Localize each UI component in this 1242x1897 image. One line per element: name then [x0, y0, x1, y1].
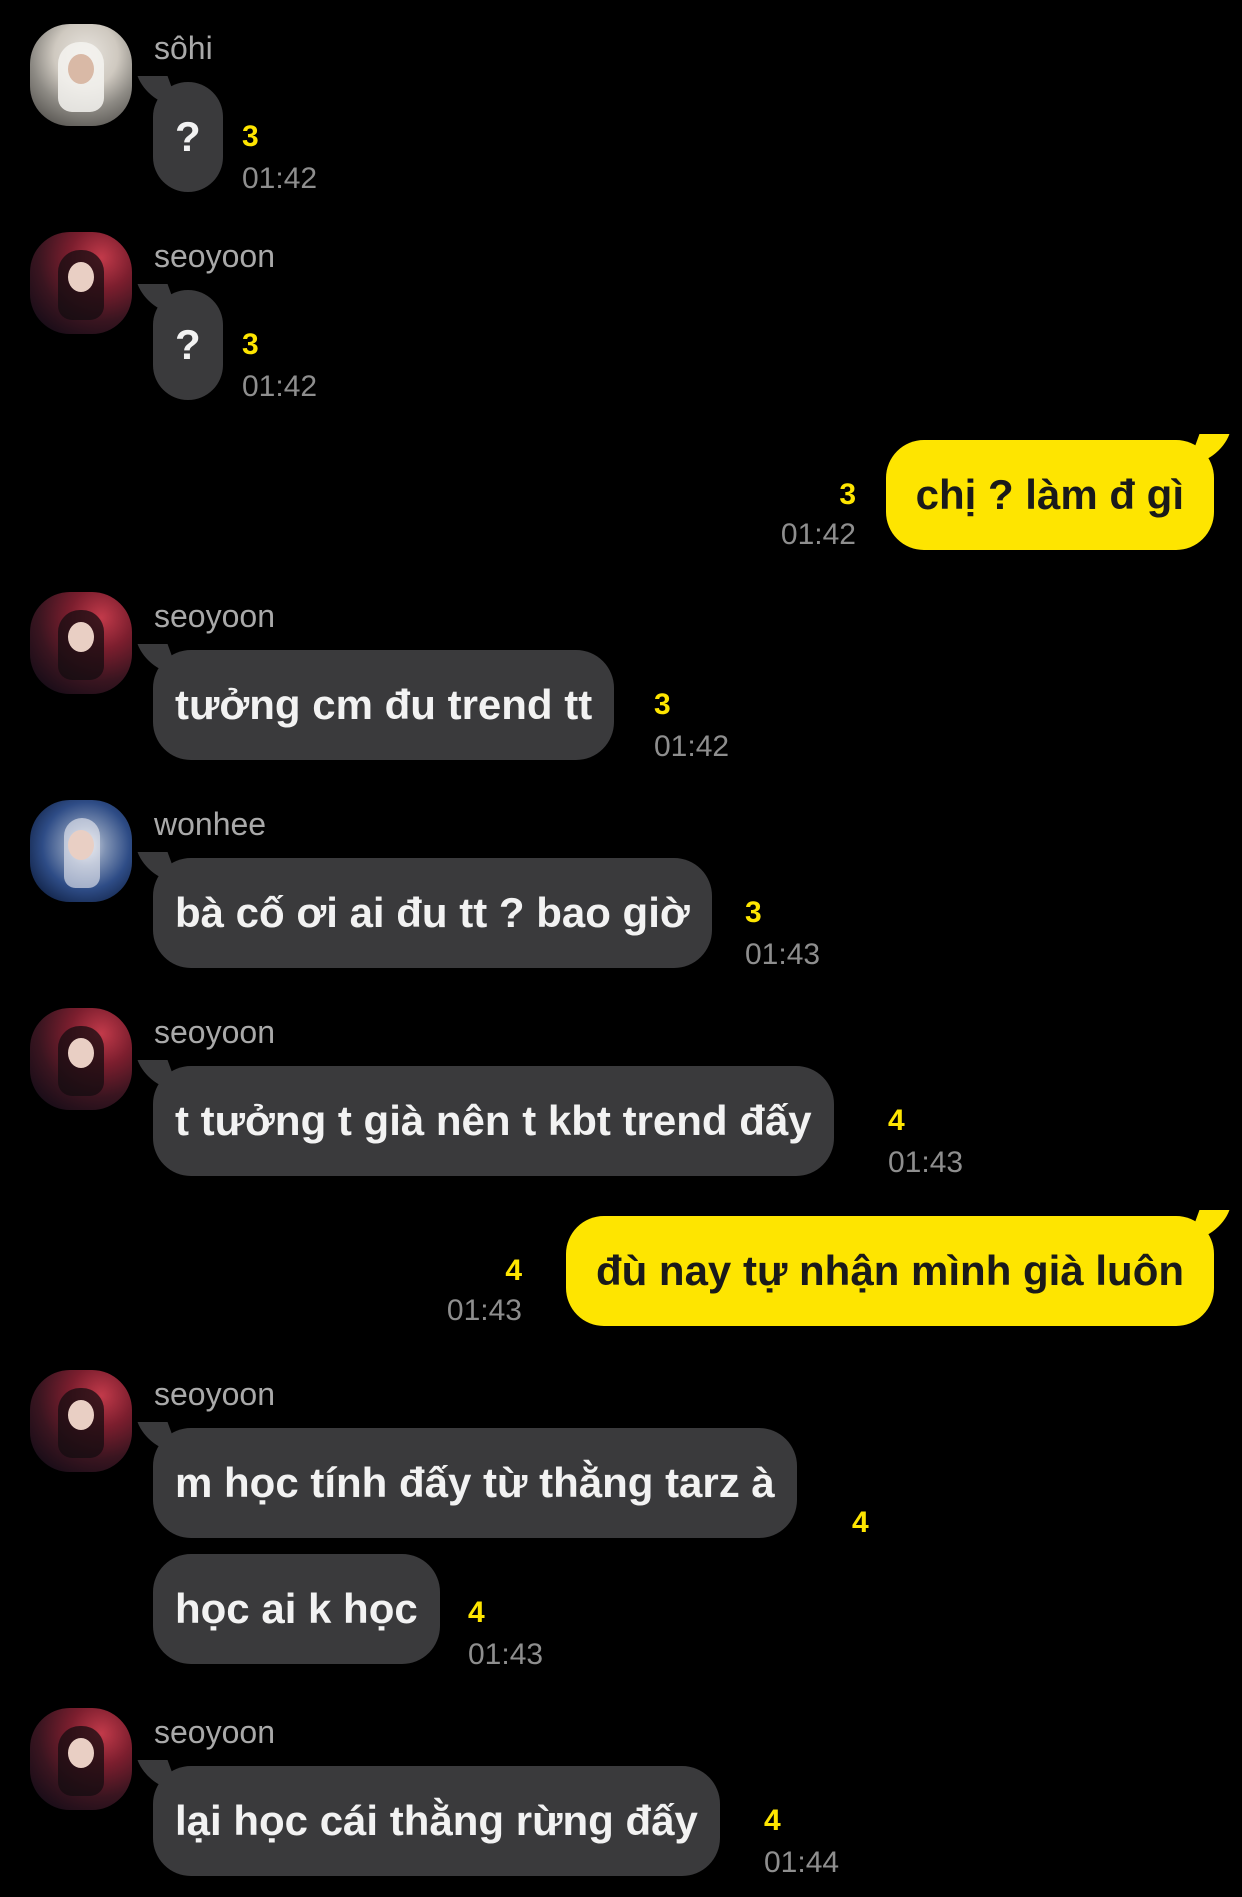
message-timestamp: 01:44	[764, 1846, 840, 1879]
message-bubble[interactable]: m học tính đấy từ thằng tarz à	[153, 1428, 797, 1538]
message-timestamp: 01:43	[745, 938, 821, 971]
message-bubble-outgoing[interactable]: chị ? làm đ gì	[885, 440, 1214, 550]
avatar-sohi[interactable]	[30, 24, 132, 126]
chat-thread[interactable]: sôhi ? 3 01:42 seoyoon ? 3 01:42 chị ? l…	[0, 0, 1242, 1897]
unread-count: 3	[242, 328, 259, 361]
message-bubble[interactable]: ?	[153, 290, 223, 400]
avatar-seoyoon[interactable]	[30, 1370, 132, 1472]
unread-count: 3	[242, 120, 259, 153]
sender-name: seoyoon	[154, 598, 275, 634]
unread-count: 3	[839, 478, 856, 511]
avatar-seoyoon[interactable]	[30, 1708, 132, 1810]
message-timestamp: 01:42	[242, 370, 318, 403]
sender-name: wonhee	[154, 806, 267, 842]
unread-count: 3	[745, 896, 762, 929]
unread-count: 4	[505, 1254, 522, 1287]
message-timestamp: 01:43	[468, 1638, 544, 1671]
sender-name: seoyoon	[154, 1376, 275, 1412]
unread-count: 4	[764, 1804, 781, 1837]
unread-count: 4	[468, 1596, 485, 1629]
avatar-seoyoon[interactable]	[30, 232, 132, 334]
avatar-seoyoon[interactable]	[30, 592, 132, 694]
message-bubble[interactable]: bà cố ơi ai đu tt ? bao giờ	[153, 858, 712, 968]
message-timestamp: 01:42	[654, 730, 730, 763]
message-timestamp: 01:43	[888, 1146, 964, 1179]
message-bubble[interactable]: t tưởng t già nên t kbt trend đấy	[153, 1066, 834, 1176]
unread-count: 4	[852, 1506, 869, 1539]
unread-count: 3	[654, 688, 671, 721]
message-bubble-outgoing[interactable]: đù nay tự nhận mình già luôn	[565, 1216, 1214, 1326]
message-bubble[interactable]: tưởng cm đu trend tt	[153, 650, 615, 760]
unread-count: 4	[888, 1104, 905, 1137]
sender-name: seoyoon	[154, 1714, 275, 1750]
sender-name: sôhi	[154, 30, 213, 66]
message-timestamp: 01:43	[446, 1294, 522, 1327]
sender-name: seoyoon	[154, 238, 275, 274]
message-bubble[interactable]: lại học cái thằng rừng đấy	[153, 1766, 720, 1876]
message-timestamp: 01:42	[780, 518, 856, 551]
avatar-seoyoon[interactable]	[30, 1008, 132, 1110]
message-bubble[interactable]: ?	[153, 82, 223, 192]
avatar-wonhee[interactable]	[30, 800, 132, 902]
sender-name: seoyoon	[154, 1014, 275, 1050]
message-bubble[interactable]: học ai k học	[153, 1554, 440, 1664]
message-timestamp: 01:42	[242, 162, 318, 195]
